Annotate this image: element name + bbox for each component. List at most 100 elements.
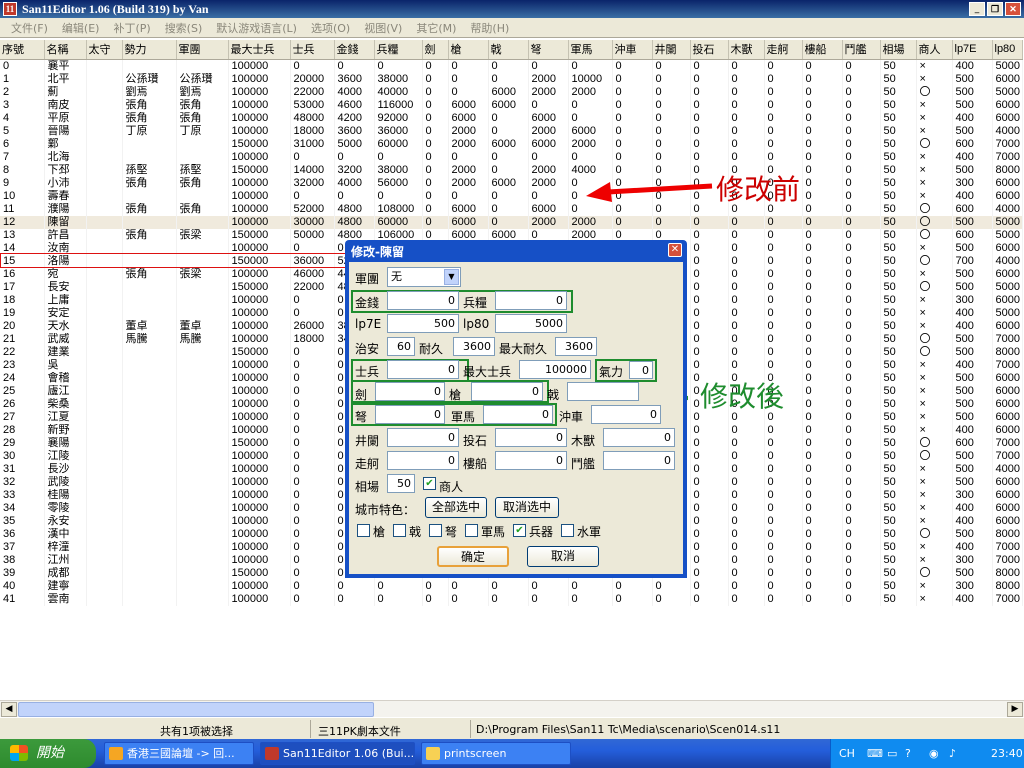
scroll-right-icon[interactable]: ▶ xyxy=(1007,702,1023,717)
boat3-input[interactable]: 0 xyxy=(603,451,675,470)
ok-button[interactable]: 确定 xyxy=(437,546,509,567)
column-header[interactable]: 名稱 xyxy=(44,40,87,60)
table-row[interactable]: 9 小沛 張角 張角 100000 32000 4000 56000 0 2000 6000 2000… xyxy=(0,176,1023,190)
tower-input[interactable]: 0 xyxy=(387,428,459,447)
gold-input[interactable]: 0 xyxy=(387,291,459,310)
column-header[interactable]: 軍團 xyxy=(176,40,229,60)
column-header[interactable]: 井闌 xyxy=(652,40,691,60)
column-header[interactable]: 士兵 xyxy=(290,40,335,60)
language-indicator[interactable]: CH xyxy=(839,747,855,760)
army-select[interactable]: 无 ▼ xyxy=(387,267,461,287)
select-all-button[interactable]: 全部选中 xyxy=(425,497,487,518)
menu-patch[interactable]: 补丁(P) xyxy=(106,20,157,36)
table-row[interactable]: 5 晉陽 丁原 丁原 100000 18000 3600 36000 0 2000 0 2000 600… xyxy=(0,124,1023,138)
feature-horse-checkbox[interactable] xyxy=(465,524,478,537)
scroll-thumb[interactable] xyxy=(18,702,374,717)
column-header[interactable]: 木獸 xyxy=(728,40,765,60)
boat2-input[interactable]: 0 xyxy=(495,451,567,470)
column-header[interactable]: 兵糧 xyxy=(374,40,423,60)
column-header[interactable]: 相場 xyxy=(880,40,917,60)
table-row[interactable]: 8 下邳 孫堅 孫堅 150000 14000 3200 38000 0 2000 0 2000 400… xyxy=(0,163,1023,177)
dialog-close-button[interactable]: ✕ xyxy=(668,243,682,257)
scroll-left-icon[interactable]: ◀ xyxy=(1,702,17,717)
sword-input[interactable]: 0 xyxy=(375,382,445,401)
column-header[interactable]: 走舸 xyxy=(764,40,803,60)
column-header[interactable]: 金錢 xyxy=(334,40,375,60)
lp80-input[interactable]: 5000 xyxy=(495,314,567,333)
table-row[interactable]: 4 平原 張角 張角 100000 48000 4200 92000 0 6000 0 6000 0 0 0… xyxy=(0,111,1023,125)
table-row[interactable]: 6 鄴 150000 31000 5000 60000 0 2000 6000 6000 2000 0… xyxy=(0,137,1023,151)
boat1-input[interactable]: 0 xyxy=(387,451,459,470)
feature-bow-checkbox[interactable] xyxy=(429,524,442,537)
energy-input[interactable]: 0 xyxy=(629,361,653,379)
table-row[interactable]: 41 雲南 100000 0 0 0 0 0 0 0 0 0 0 0 0 0 0 0 50 × 400 7000 xyxy=(0,592,1023,606)
task-editor[interactable]: San11Editor 1.06 (Bui... xyxy=(260,742,415,765)
feature-siege-checkbox[interactable]: ✔ xyxy=(513,524,526,537)
start-button[interactable]: 開始 xyxy=(0,739,96,768)
column-header[interactable]: 戟 xyxy=(488,40,529,60)
menu-language[interactable]: 默认游戏语言(L) xyxy=(209,20,304,36)
column-header[interactable]: 太守 xyxy=(86,40,123,60)
feature-halberd-checkbox[interactable] xyxy=(393,524,406,537)
column-header[interactable]: lp7E xyxy=(952,40,993,60)
task-folder[interactable]: printscreen xyxy=(421,742,571,765)
horse-input[interactable]: 0 xyxy=(483,405,553,424)
max-durability-input[interactable]: 3600 xyxy=(555,337,597,356)
order-input[interactable]: 60 xyxy=(387,337,415,356)
halberd-input[interactable] xyxy=(567,382,639,401)
feature-spear-checkbox[interactable] xyxy=(357,524,370,537)
table-row[interactable]: 11 濮陽 張角 張角 100000 52000 4800 108000 0 6000 0 6000 0… xyxy=(0,202,1023,216)
column-header[interactable]: 勢力 xyxy=(122,40,177,60)
max-troops-input[interactable]: 100000 xyxy=(519,360,591,379)
column-header[interactable]: 沖車 xyxy=(612,40,653,60)
column-header[interactable]: 商人 xyxy=(916,40,953,60)
table-row[interactable]: 10 壽春 100000 0 0 0 0 0 0 0 0 0 0 0 0 0 0 0 50 × 400 6000 xyxy=(0,189,1023,203)
ram-input[interactable]: 0 xyxy=(591,405,661,424)
table-row[interactable]: 1 北平 公孫瓚 公孫瓚 100000 20000 3600 38000 0 0 0 2000 1000… xyxy=(0,72,1023,86)
cancel-button[interactable]: 取消 xyxy=(527,546,599,567)
menu-other[interactable]: 其它(M) xyxy=(409,20,463,36)
column-header[interactable]: lp80 xyxy=(992,40,1023,60)
feature-navy-checkbox[interactable] xyxy=(561,524,574,537)
menu-file[interactable]: 文件(F) xyxy=(4,20,55,36)
market-input[interactable]: 50 xyxy=(387,474,415,493)
durability-input[interactable]: 3600 xyxy=(453,337,495,356)
catapult-input[interactable]: 0 xyxy=(495,428,567,447)
merchant-checkbox[interactable]: ✔ xyxy=(423,477,436,490)
volume-icon[interactable]: ♪ xyxy=(949,747,956,760)
column-header[interactable]: 鬥艦 xyxy=(842,40,881,60)
food-input[interactable]: 0 xyxy=(495,291,567,310)
network-icon[interactable]: ◉ xyxy=(929,747,939,760)
column-header[interactable]: 槍 xyxy=(448,40,489,60)
spear-input[interactable]: 0 xyxy=(471,382,543,401)
column-header[interactable]: 弩 xyxy=(528,40,569,60)
column-header[interactable]: 樓船 xyxy=(802,40,843,60)
menu-view[interactable]: 视图(V) xyxy=(357,20,409,36)
horizontal-scrollbar[interactable]: ◀ ▶ xyxy=(0,700,1024,717)
menu-help[interactable]: 帮助(H) xyxy=(463,20,516,36)
keyboard-icon[interactable]: ⌨ xyxy=(867,747,883,760)
column-header[interactable]: 投石 xyxy=(690,40,729,60)
table-row[interactable]: 2 薊劉焉 劉焉 100000 22000 4000 40000 0 0 6000 2000 2000… xyxy=(0,85,1023,99)
close-button[interactable]: ✕ xyxy=(1005,2,1021,16)
column-header[interactable]: 劍 xyxy=(422,40,449,60)
table-row[interactable]: 0 襄平 100000 0 0 0 0 0 0 0 0 0 0 0 0 0 0 0 50 × 400 5000 xyxy=(0,59,1023,73)
help-icon[interactable]: ? xyxy=(905,747,911,760)
minimize-button[interactable]: _ xyxy=(969,2,985,16)
column-header[interactable]: 最大士兵 xyxy=(228,40,291,60)
column-header[interactable]: 序號 xyxy=(0,40,45,60)
task-browser[interactable]: 香港三國論壇 -> 回... xyxy=(104,742,254,765)
display-icon[interactable]: ▭ xyxy=(887,747,897,760)
lp7e-input[interactable]: 500 xyxy=(387,314,459,333)
menu-search[interactable]: 搜索(S) xyxy=(158,20,210,36)
beast-input[interactable]: 0 xyxy=(603,428,675,447)
chevron-down-icon[interactable]: ▼ xyxy=(444,269,459,285)
table-row[interactable]: 40 建寧 100000 0 0 0 0 0 0 0 0 0 0 0 0 0 0 0 50 × 300 8000 xyxy=(0,579,1023,593)
menu-edit[interactable]: 编辑(E) xyxy=(55,20,107,36)
table-row[interactable]: 3 南皮 張角 張角 100000 53000 4600 116000 0 6000 6000 0 0 0… xyxy=(0,98,1023,112)
menu-options[interactable]: 选项(O) xyxy=(304,20,357,36)
bow-input[interactable]: 0 xyxy=(375,405,445,424)
restore-button[interactable]: ❐ xyxy=(987,2,1003,16)
column-header[interactable]: 軍馬 xyxy=(568,40,613,60)
deselect-all-button[interactable]: 取消选中 xyxy=(495,497,559,518)
